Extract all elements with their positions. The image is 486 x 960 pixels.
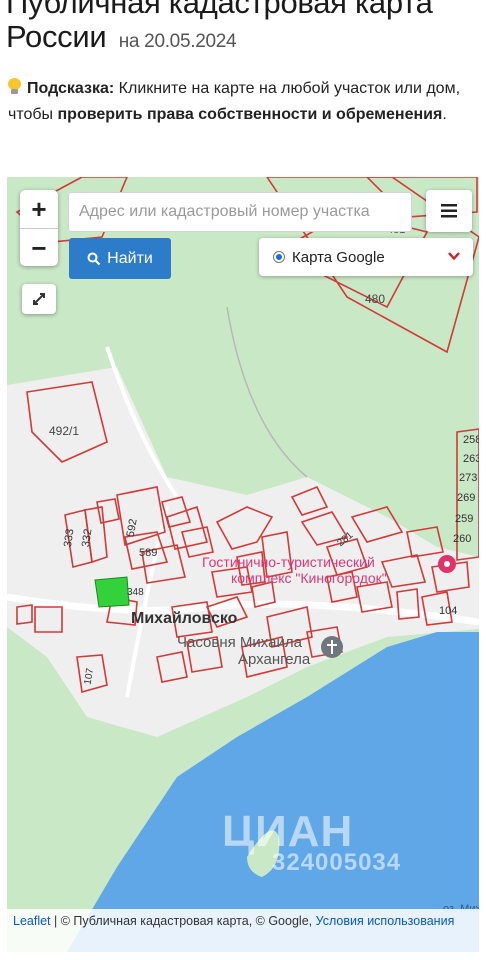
attrib-pkk: Публичная кадастровая карта — [73, 914, 249, 928]
search-icon — [87, 252, 101, 265]
parcel-label: 260 — [453, 533, 472, 545]
hint-block: Подсказка: Кликните на карте на любой уч… — [8, 76, 478, 128]
hint-emphasis: проверить права собственности и обремене… — [57, 106, 443, 123]
parcel-label: 332 — [79, 528, 95, 548]
hotel-label-2: комплекс "Киногородок" — [231, 570, 387, 586]
hotel-pin-icon[interactable] — [438, 555, 456, 573]
map-attribution: Leaflet | © Публичная кадастровая карта,… — [7, 909, 479, 952]
hint-label: Подсказка: — [27, 80, 115, 97]
search-input[interactable] — [68, 192, 412, 232]
parcel-label: 258 — [463, 434, 479, 446]
parcel-label: 333 — [61, 528, 77, 548]
radio-selected-icon — [273, 251, 285, 263]
find-label: Найти — [107, 249, 153, 267]
lightbulb-icon — [8, 78, 21, 95]
zoom-control: + − — [20, 190, 58, 266]
chapel-pin-icon[interactable] — [321, 636, 343, 658]
date-label: на 20.05.2024 — [119, 31, 237, 52]
parcel-label: 589 — [139, 547, 158, 559]
parcel-label: 273 — [459, 472, 478, 484]
hotel-label: Гостинично-туристический — [202, 554, 375, 570]
chevron-down-icon — [448, 252, 460, 261]
page-title: Публичная кадастровая карта России на 20… — [6, 0, 486, 59]
date-value: 20.05.2024 — [144, 31, 237, 52]
terms-link[interactable]: Условия использования — [316, 914, 455, 928]
village-label: Михайловско — [131, 610, 238, 627]
parcel-label: 263 — [463, 453, 479, 465]
attrib-sep: | © — [50, 914, 74, 928]
parcel-label: 492/1 — [49, 424, 80, 438]
parcel-label: 104 — [439, 605, 458, 617]
expand-icon — [33, 293, 45, 305]
hamburger-icon — [441, 204, 457, 218]
fullscreen-button[interactable] — [22, 284, 56, 314]
parcel-label: 480 — [365, 292, 386, 306]
layer-select[interactable]: Карта Google — [259, 238, 473, 276]
find-button[interactable]: Найти — [69, 238, 171, 279]
watermark-id: 324005034 — [272, 849, 402, 876]
layer-label: Карта Google — [292, 248, 385, 266]
cadastral-map[interactable]: 481 480 492/1 592 589 333 332 348 281 25… — [7, 177, 479, 952]
page-header: Публичная кадастровая карта России на 20… — [0, 0, 486, 170]
zoom-in-button[interactable]: + — [20, 190, 58, 229]
selected-parcel[interactable] — [94, 576, 130, 608]
date-prefix: на — [118, 31, 140, 52]
hint-end: . — [442, 106, 447, 123]
parcel-label: 269 — [457, 492, 476, 504]
attrib-google: , © Google, — [248, 914, 316, 928]
track — [226, 306, 308, 478]
menu-button[interactable] — [426, 190, 472, 232]
chapel-label: Часовня Михаила — [177, 634, 302, 651]
parcel-label: 348 — [127, 587, 144, 598]
parcel-label: 259 — [455, 513, 474, 525]
chapel-label-2: Архангела — [238, 651, 311, 668]
zoom-out-button[interactable]: − — [20, 229, 58, 267]
leaflet-link[interactable]: Leaflet — [13, 914, 51, 928]
